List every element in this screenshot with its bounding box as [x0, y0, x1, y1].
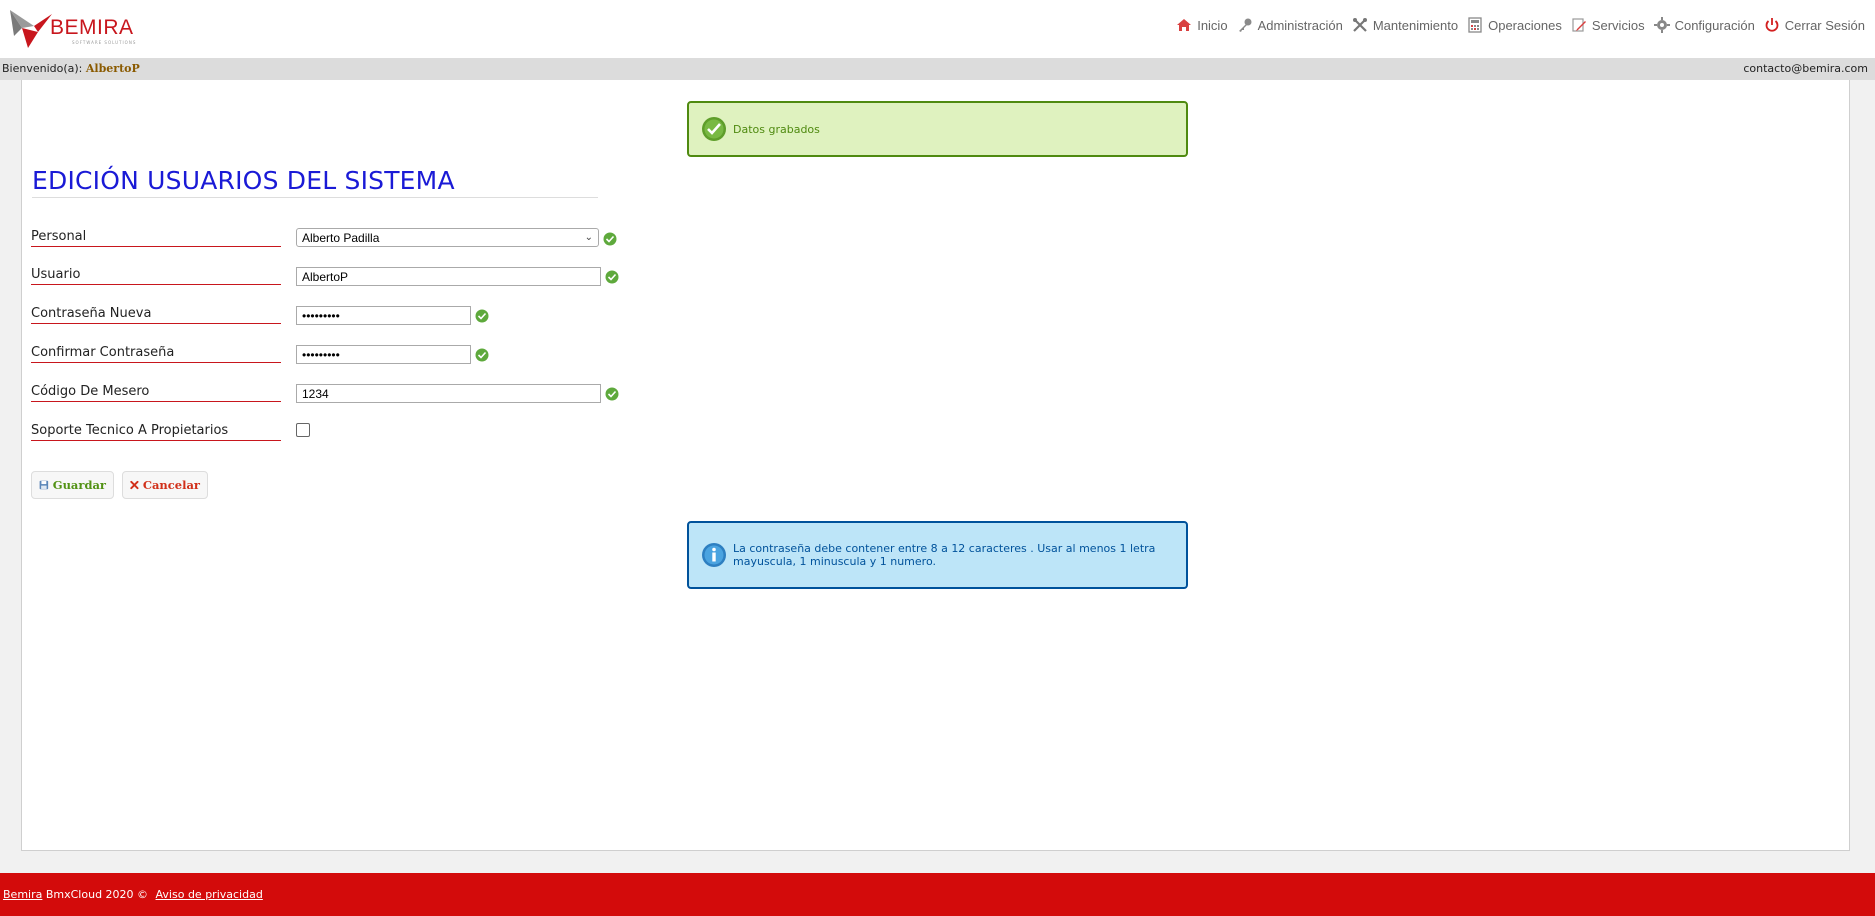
info-icon — [702, 543, 726, 567]
cancel-button[interactable]: Cancelar — [122, 471, 208, 499]
confirm-password-label: Confirmar Contraseña — [31, 345, 281, 363]
nav-item-administracion[interactable]: Administración — [1237, 17, 1343, 33]
confirm-password-input[interactable] — [296, 345, 471, 364]
password-label: Contraseña Nueva — [31, 306, 281, 324]
welcome-prefix: Bienvenido(a): — [2, 62, 83, 75]
success-text: Datos grabados — [733, 122, 820, 136]
welcome-text: Bienvenido(a): AlbertoP — [2, 62, 140, 75]
info-message: La contraseña debe contener entre 8 a 12… — [687, 521, 1188, 589]
soporte-checkbox[interactable] — [296, 423, 310, 437]
cancel-label: Cancelar — [142, 478, 200, 492]
nav-item-mantenimiento[interactable]: Mantenimiento — [1352, 17, 1458, 33]
success-check-icon — [702, 117, 726, 141]
welcome-bar: Bienvenido(a): AlbertoP contacto@bemira.… — [0, 58, 1875, 80]
valid-check-icon — [475, 348, 489, 362]
calculator-icon — [1468, 17, 1482, 33]
soporte-label: Soporte Tecnico A Propietarios — [31, 423, 281, 441]
success-message: Datos grabados — [687, 101, 1188, 157]
footer-copyright: BmxCloud 2020 © — [42, 888, 152, 901]
usuario-label: Usuario — [31, 267, 281, 285]
valid-check-icon — [603, 232, 617, 246]
logo-mark-icon — [10, 10, 52, 48]
floppy-disk-icon — [39, 480, 49, 490]
nav-label: Configuración — [1674, 17, 1755, 33]
nav-item-servicios[interactable]: Servicios — [1571, 17, 1645, 33]
usuario-input[interactable] — [296, 267, 601, 286]
nav-label: Servicios — [1591, 17, 1645, 33]
nav-label: Inicio — [1197, 17, 1228, 33]
nav-label: Administración — [1257, 17, 1343, 33]
footer: Bemira BmxCloud 2020 © Aviso de privacid… — [0, 873, 1875, 916]
nav-label: Cerrar Sesión — [1784, 17, 1865, 33]
nav-item-operaciones[interactable]: Operaciones — [1467, 17, 1562, 33]
personal-selected-value: Alberto Padilla — [302, 230, 380, 245]
tools-icon — [1352, 18, 1367, 32]
power-icon — [1765, 18, 1779, 32]
chevron-down-icon: ⌄ — [584, 232, 593, 243]
bemira-logo[interactable]: BEMIRA SOFTWARE SOLUTIONS — [8, 6, 138, 52]
gear-icon — [1653, 17, 1670, 33]
save-label: Guardar — [52, 478, 106, 492]
personal-select[interactable]: Alberto Padilla ⌄ — [296, 228, 599, 247]
logo-text: BEMIRA — [50, 16, 134, 39]
nav-item-configuracion[interactable]: Configuración — [1653, 17, 1755, 33]
nav-label: Operaciones — [1488, 17, 1562, 33]
top-bar: BEMIRA SOFTWARE SOLUTIONS Inicio Adminis… — [0, 0, 1875, 58]
close-icon — [130, 480, 139, 490]
nav-item-cerrar-sesion[interactable]: Cerrar Sesión — [1764, 17, 1865, 33]
edit-icon — [1572, 18, 1586, 32]
contact-email: contacto@bemira.com — [1743, 62, 1868, 75]
codigo-mesero-label: Código De Mesero — [31, 384, 281, 402]
valid-check-icon — [475, 309, 489, 323]
valid-check-icon — [605, 270, 619, 284]
personal-label: Personal — [31, 229, 281, 247]
page-title: EDICIÓN USUARIOS DEL SISTEMA — [32, 166, 598, 198]
welcome-username: AlbertoP — [85, 62, 140, 75]
privacy-link[interactable]: Aviso de privacidad — [156, 888, 263, 901]
main-nav: Inicio Administración Mantenimiento Oper… — [1176, 17, 1865, 33]
key-icon — [1238, 18, 1252, 32]
nav-item-inicio[interactable]: Inicio — [1176, 17, 1228, 33]
footer-brand-link[interactable]: Bemira — [3, 888, 42, 901]
password-input[interactable] — [296, 306, 471, 325]
footer-content: Bemira BmxCloud 2020 © Aviso de privacid… — [3, 888, 263, 901]
logo-tagline: SOFTWARE SOLUTIONS — [72, 40, 137, 45]
home-icon — [1177, 19, 1192, 31]
info-text: La contraseña debe contener entre 8 a 12… — [733, 542, 1156, 568]
valid-check-icon — [605, 387, 619, 401]
codigo-mesero-input[interactable] — [296, 384, 601, 403]
save-button[interactable]: Guardar — [31, 471, 114, 499]
nav-label: Mantenimiento — [1372, 17, 1459, 33]
